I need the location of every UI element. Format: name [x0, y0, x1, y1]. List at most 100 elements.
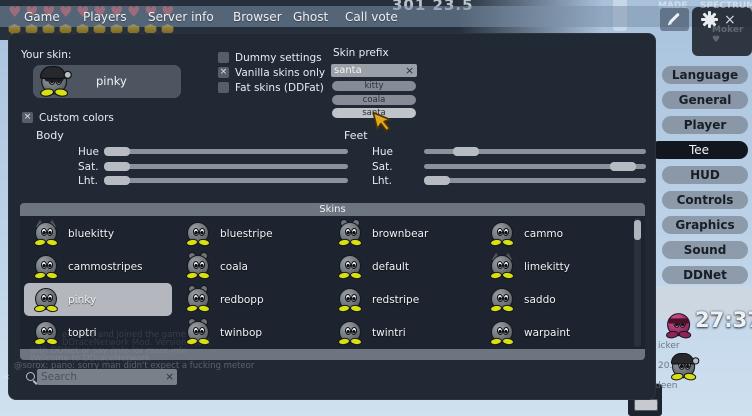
- slider-handle[interactable]: [104, 147, 130, 156]
- skin-item-default[interactable]: default: [328, 250, 476, 283]
- skin-item-coala[interactable]: coala: [176, 250, 324, 283]
- skin-tee-icon: [338, 253, 362, 279]
- feet-lht-label: Lht.: [372, 175, 392, 187]
- skin-item-saddo[interactable]: saddo: [480, 283, 628, 316]
- skin-item-redbopp[interactable]: redbopp: [176, 283, 324, 316]
- skin-preview-name: pinky: [96, 74, 127, 88]
- sidebar-tab-controls[interactable]: Controls: [662, 191, 748, 209]
- body-hue-slider[interactable]: [104, 149, 348, 154]
- body-sat-label: Sat.: [78, 161, 99, 173]
- skins-list-header: Skins: [20, 203, 645, 216]
- tee-foot: [666, 330, 680, 339]
- tee-foot: [490, 304, 503, 313]
- sidebar-tab-ddnet[interactable]: DDNet: [662, 266, 748, 284]
- tee-santa-hat: [671, 353, 694, 365]
- checkbox-dummy-settings[interactable]: [218, 52, 229, 63]
- menubar-item-browser[interactable]: Browser: [233, 10, 282, 24]
- slider-handle[interactable]: [424, 176, 450, 185]
- skin-name-label: redbopp: [220, 294, 264, 306]
- skin-name-label: coala: [220, 261, 248, 273]
- skin-name-label: cammostripes: [68, 261, 143, 273]
- skin-name-label: bluestripe: [220, 228, 273, 240]
- feet-sat-label: Sat.: [372, 161, 393, 173]
- tee-foot: [502, 337, 515, 346]
- checkbox-label[interactable]: Dummy settings: [235, 52, 322, 64]
- custom-colors-label[interactable]: Custom colors: [39, 112, 114, 124]
- menubar: Game Players Server info Browser Ghost Call v…: [0, 6, 752, 27]
- sidebar-tab-player[interactable]: Player: [662, 116, 748, 134]
- tee-foot: [678, 330, 692, 339]
- checkbox-fat-skins-ddfat-[interactable]: [218, 82, 229, 93]
- skin-name-label: limekitty: [524, 261, 570, 273]
- sidebar-tab-hud[interactable]: HUD: [662, 166, 748, 184]
- feet-hue-slider[interactable]: [424, 149, 646, 154]
- menubar-item-server-info[interactable]: Server info: [148, 10, 214, 24]
- tee-foot: [490, 337, 503, 346]
- prefix-option-coala[interactable]: coala: [332, 95, 416, 105]
- skin-item-limekitty[interactable]: limekitty: [480, 250, 628, 283]
- tee-foot: [502, 271, 515, 280]
- checkbox-label[interactable]: Vanilla skins only: [235, 67, 325, 79]
- skin-name-label: pinky: [68, 294, 96, 306]
- feet-sat-slider[interactable]: [424, 164, 646, 169]
- skin-item-redstripe[interactable]: redstripe: [328, 283, 476, 316]
- menubar-item-players[interactable]: Players: [83, 10, 127, 24]
- tee-foot: [502, 238, 515, 247]
- skin-tee-icon: [490, 220, 514, 246]
- search-clear-icon[interactable]: ×: [165, 370, 174, 383]
- skin-tee-icon: [490, 253, 514, 279]
- body-section-label: Body: [36, 129, 64, 142]
- skin-item-cammostripes[interactable]: cammostripes: [24, 250, 172, 283]
- skin-tee-icon: [186, 220, 210, 246]
- skin-tee-icon: [186, 253, 210, 279]
- skins-scrollbar-thumb[interactable]: [634, 220, 641, 240]
- tee-foot: [683, 372, 697, 381]
- tee-foot: [34, 271, 47, 280]
- menubar-item-ghost[interactable]: Ghost: [293, 10, 328, 24]
- skin-tee-icon: [338, 319, 362, 345]
- gear-center: [705, 15, 715, 25]
- skin-item-cammo[interactable]: cammo: [480, 217, 628, 250]
- tee-foot: [46, 238, 59, 247]
- background-nameplate-spectrum: SPECTRUM: [700, 1, 752, 11]
- skin-tee-icon: [34, 319, 58, 345]
- slider-handle[interactable]: [104, 162, 130, 171]
- prefix-option-kitty[interactable]: kitty: [332, 81, 416, 91]
- tee-hat-pom: [692, 357, 699, 364]
- skin-item-bluestripe[interactable]: bluestripe: [176, 217, 324, 250]
- body-sat-slider[interactable]: [104, 164, 348, 169]
- feet-lht-slider[interactable]: [424, 178, 646, 183]
- menubar-item-game[interactable]: Game: [24, 10, 60, 24]
- skin-name-label: redstripe: [372, 294, 419, 306]
- sidebar-tab-general[interactable]: General: [662, 91, 748, 109]
- skin-item-bluekitty[interactable]: bluekitty: [24, 217, 172, 250]
- tee-foot: [490, 271, 503, 280]
- skin-name-label: default: [372, 261, 409, 273]
- skin-item-twintri[interactable]: twintri: [328, 316, 476, 349]
- skin-item-warpaint[interactable]: warpaint: [480, 316, 628, 349]
- skin-tee-icon: [34, 253, 58, 279]
- skin-name-label: bluekitty: [68, 228, 114, 240]
- skin-item-brownbear[interactable]: brownbear: [328, 217, 476, 250]
- slider-handle[interactable]: [610, 162, 636, 171]
- tee-foot: [46, 271, 59, 280]
- sidebar-tab-language[interactable]: Language: [662, 66, 748, 84]
- sidebar-tab-tee[interactable]: Tee: [650, 141, 748, 159]
- menubar-item-call-vote[interactable]: Call vote: [345, 10, 398, 24]
- slider-handle[interactable]: [104, 176, 130, 185]
- checkbox-custom-colors[interactable]: ×: [22, 112, 33, 123]
- search-input[interactable]: [37, 369, 177, 385]
- feet-section-label: Feet: [344, 129, 368, 142]
- skin-tee-icon: [338, 220, 362, 246]
- prefix-clear-icon[interactable]: ×: [405, 64, 414, 77]
- tee-foot: [338, 238, 351, 247]
- slider-handle[interactable]: [453, 147, 479, 156]
- editor-button[interactable]: [660, 8, 689, 31]
- sidebar-tab-sound[interactable]: Sound: [662, 241, 748, 259]
- checkbox-vanilla-skins-only[interactable]: ×: [218, 67, 229, 78]
- skin-item-pinky[interactable]: pinky: [24, 283, 172, 316]
- body-lht-slider[interactable]: [104, 178, 348, 183]
- skin-name-label: saddo: [524, 294, 556, 306]
- sidebar-tab-graphics[interactable]: Graphics: [662, 216, 748, 234]
- checkbox-label[interactable]: Fat skins (DDFat): [235, 82, 324, 94]
